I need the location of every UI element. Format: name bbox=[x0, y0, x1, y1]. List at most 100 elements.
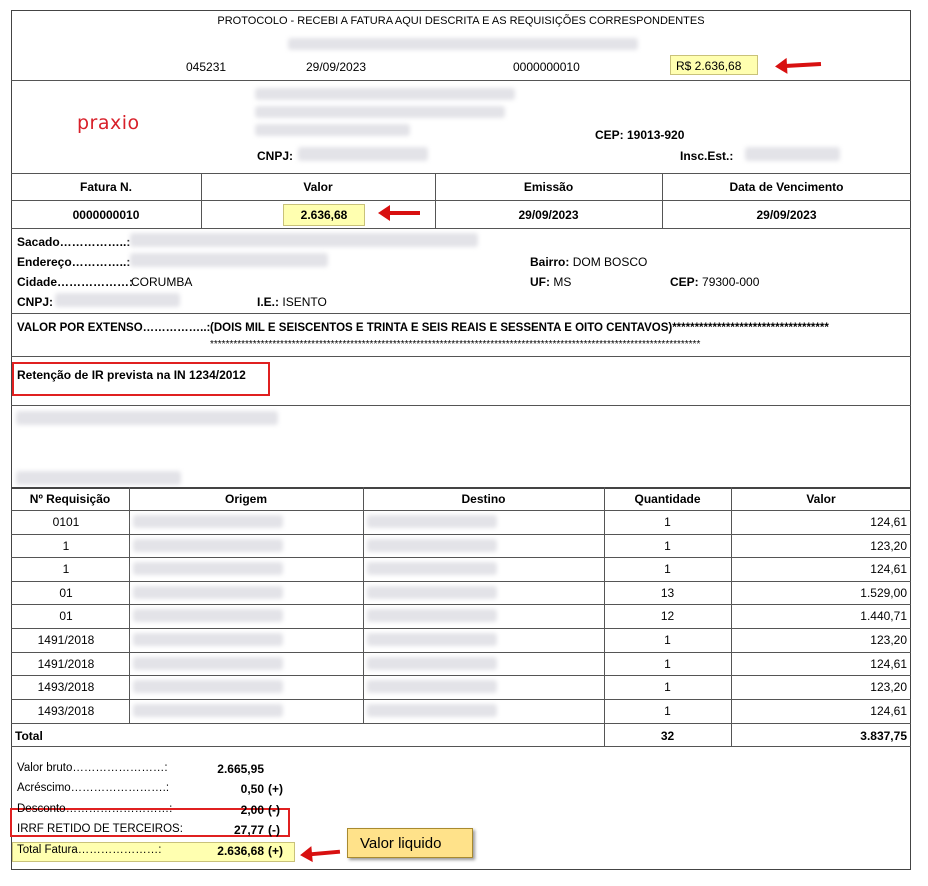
divider bbox=[11, 80, 911, 81]
arrow-annotation-icon bbox=[378, 205, 420, 221]
redacted-endereco bbox=[130, 253, 328, 267]
header-vencimento: Data de Vencimento bbox=[729, 180, 844, 194]
divider bbox=[11, 698, 911, 700]
divider bbox=[11, 723, 911, 724]
sacado-cnpj-label: CNPJ: bbox=[17, 295, 54, 309]
redacted-destino bbox=[367, 515, 497, 528]
company-cep-label: CEP: bbox=[595, 128, 624, 142]
redacted-origem bbox=[133, 633, 283, 646]
redacted-cnpj bbox=[298, 147, 428, 161]
redacted-destino bbox=[367, 680, 497, 694]
redacted-company bbox=[255, 106, 505, 118]
bairro-value: DOM BOSCO bbox=[572, 255, 648, 269]
redacted-sacado-cnpj bbox=[55, 293, 180, 307]
summary-label: Desconto………………………: bbox=[17, 803, 173, 815]
divider bbox=[11, 487, 911, 489]
cell-quantidade: 1 bbox=[664, 680, 671, 695]
cell-quantidade: 1 bbox=[664, 562, 671, 577]
summary-value: 2,00 bbox=[240, 803, 264, 817]
company-insc-label: Insc.Est.: bbox=[680, 149, 734, 163]
divider bbox=[11, 313, 911, 314]
redacted-destino bbox=[367, 656, 497, 670]
summary-value: 0,50 bbox=[240, 782, 264, 796]
cell-valor: 1.440,71 bbox=[860, 609, 907, 624]
fatura-number: 0000000010 bbox=[72, 208, 140, 222]
redacted-origem bbox=[133, 538, 283, 552]
cell-valor: 124,61 bbox=[870, 656, 907, 671]
fatura-emissao: 29/09/2023 bbox=[518, 208, 579, 222]
fatura-vencimento: 29/09/2023 bbox=[756, 208, 817, 222]
summary-value: 2.636,68 bbox=[217, 844, 264, 858]
header-fatura: Fatura N. bbox=[79, 180, 132, 194]
cell-requisicao: 01 bbox=[59, 585, 73, 600]
protocol-title: PROTOCOLO - RECEBI A FATURA AQUI DESCRIT… bbox=[217, 15, 705, 27]
callout-valor-liquido: Valor liquido bbox=[347, 828, 473, 858]
redacted-note bbox=[16, 471, 181, 485]
header-valor: Valor bbox=[303, 180, 333, 194]
cell-requisicao: 1493/2018 bbox=[37, 680, 95, 695]
th-valor: Valor bbox=[806, 492, 836, 506]
redacted-destino bbox=[367, 633, 497, 646]
th-requisicao: Nº Requisição bbox=[29, 492, 111, 506]
cell-valor: 123,20 bbox=[870, 633, 907, 647]
uf-label: UF: bbox=[530, 275, 550, 289]
protocol-date: 29/09/2023 bbox=[306, 60, 367, 74]
company-cep: 19013-920 bbox=[627, 128, 685, 142]
cell-quantidade: 13 bbox=[660, 585, 675, 600]
cell-quantidade: 1 bbox=[664, 703, 671, 718]
extenso-line2: ****************************************… bbox=[210, 339, 701, 350]
total-label: Total bbox=[15, 729, 43, 743]
divider bbox=[11, 675, 911, 677]
cidade-label: Cidade………………: bbox=[17, 275, 134, 289]
praxio-logo: praxio bbox=[77, 112, 140, 134]
redacted-destino bbox=[367, 538, 497, 552]
total-valor: 3.837,75 bbox=[860, 729, 907, 743]
redacted-insc bbox=[745, 147, 840, 161]
divider bbox=[11, 356, 911, 357]
redacted-destino bbox=[367, 609, 497, 623]
redacted-origem bbox=[133, 680, 283, 694]
cell-quantidade: 1 bbox=[664, 538, 671, 553]
divider bbox=[11, 604, 911, 606]
cell-valor: 124,61 bbox=[870, 562, 907, 577]
cell-requisicao: 1 bbox=[62, 538, 70, 553]
cell-requisicao: 0101 bbox=[52, 515, 80, 529]
cell-requisicao: 01 bbox=[59, 609, 73, 624]
fatura-valor: 2.636,68 bbox=[283, 204, 365, 226]
cell-valor: 123,20 bbox=[870, 680, 907, 695]
cell-valor: 123,20 bbox=[870, 538, 907, 553]
redacted-origem bbox=[133, 515, 283, 528]
divider bbox=[11, 746, 911, 747]
summary-sign: (-) bbox=[268, 823, 280, 837]
divider bbox=[11, 557, 911, 559]
divider bbox=[11, 200, 911, 201]
sacado-label: Sacado……………..: bbox=[17, 235, 131, 249]
cell-valor: 1.529,00 bbox=[860, 585, 907, 600]
cell-valor: 124,61 bbox=[870, 515, 907, 529]
bairro-label: Bairro: bbox=[530, 255, 570, 269]
divider bbox=[11, 173, 911, 174]
divider bbox=[11, 533, 911, 535]
th-origem: Origem bbox=[224, 492, 267, 506]
protocol-code: 045231 bbox=[186, 60, 227, 74]
redacted-destino bbox=[367, 703, 497, 717]
extenso-label: VALOR POR EXTENSO……………..: bbox=[17, 322, 211, 334]
summary-label: IRRF RETIDO DE TERCEIROS: bbox=[17, 823, 183, 835]
total-qtd: 32 bbox=[660, 729, 675, 743]
summary-sign: (+) bbox=[268, 844, 283, 858]
cell-quantidade: 12 bbox=[660, 609, 675, 624]
th-destino: Destino bbox=[461, 492, 506, 506]
redacted-origem bbox=[133, 609, 283, 623]
sacado-cep-label: CEP: bbox=[670, 275, 699, 289]
divider bbox=[11, 580, 911, 582]
divider bbox=[11, 405, 911, 406]
redacted-destino bbox=[367, 585, 497, 599]
redacted-origem bbox=[133, 656, 283, 670]
sacado-cep-value: 79300-000 bbox=[702, 275, 760, 289]
divider bbox=[11, 228, 911, 229]
th-quantidade: Quantidade bbox=[634, 492, 701, 506]
cell-quantidade: 1 bbox=[664, 633, 671, 647]
cell-requisicao: 1491/2018 bbox=[37, 633, 95, 647]
cell-quantidade: 1 bbox=[664, 656, 671, 671]
cell-requisicao: 1493/2018 bbox=[37, 703, 95, 718]
